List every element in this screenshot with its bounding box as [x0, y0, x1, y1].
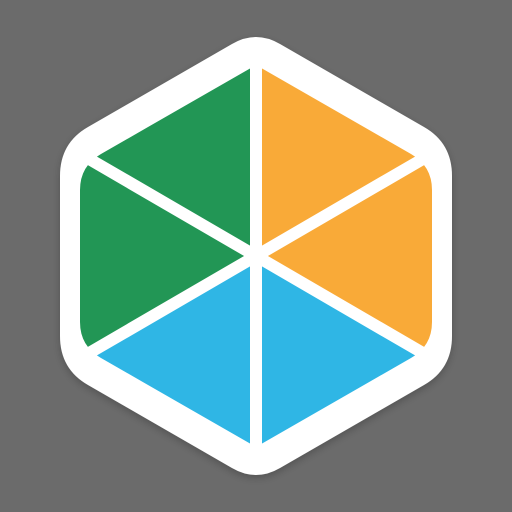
hexagon-segments-icon [60, 37, 452, 475]
app-icon-canvas [0, 0, 512, 512]
